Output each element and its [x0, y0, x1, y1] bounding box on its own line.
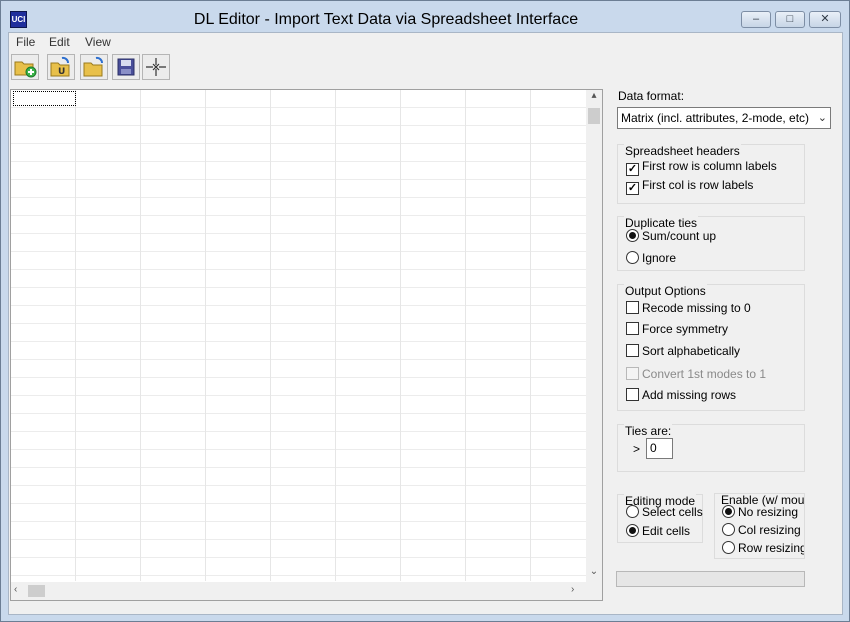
collapse-icon	[146, 58, 166, 76]
close-icon: ✕	[820, 13, 830, 25]
editing-mode-group: Editing mode Select cells Edit cells	[617, 494, 703, 543]
col-resizing-label: Col resizing	[738, 523, 801, 537]
edit-cells-radio[interactable]: Edit cells	[626, 524, 690, 540]
open-button[interactable]	[80, 54, 108, 80]
horizontal-scrollbar[interactable]: ‹ ›	[11, 582, 586, 600]
convert-modes-label: Convert 1st modes to 1	[642, 367, 767, 381]
save-button[interactable]	[112, 54, 140, 80]
sum-count-label: Sum/count up	[642, 229, 717, 243]
first-col-labels-checkbox[interactable]: ✓ First col is row labels	[626, 178, 754, 195]
radio-unselected-icon	[722, 523, 735, 536]
ignore-radio[interactable]: Ignore	[626, 251, 676, 267]
duplicate-ties-group: Duplicate ties Sum/count up Ignore	[617, 216, 805, 271]
select-cells-radio[interactable]: Select cells	[626, 505, 703, 521]
minimize-button[interactable]: –	[741, 11, 771, 28]
vertical-scroll-thumb[interactable]	[588, 108, 600, 124]
progress-bar	[616, 571, 805, 587]
close-button[interactable]: ✕	[809, 11, 841, 28]
radio-unselected-icon	[626, 251, 639, 264]
radio-selected-icon	[722, 505, 735, 518]
checkbox-checked-icon: ✓	[626, 163, 639, 176]
add-missing-rows-checkbox[interactable]: Add missing rows	[626, 388, 736, 404]
radio-selected-icon	[626, 524, 639, 537]
ties-threshold-input[interactable]: 0	[646, 438, 673, 459]
checkbox-unchecked-icon	[626, 322, 639, 335]
force-symmetry-checkbox[interactable]: Force symmetry	[626, 322, 728, 338]
edit-cells-label: Edit cells	[642, 524, 691, 538]
title-bar[interactable]: UCI DL Editor - Import Text Data via Spr…	[1, 1, 849, 33]
recode-missing-label: Recode missing to 0	[642, 301, 751, 315]
open-folder-icon	[83, 56, 103, 77]
no-resizing-label: No resizing	[738, 505, 799, 519]
spreadsheet-headers-group: Spreadsheet headers ✓ First row is column…	[617, 144, 805, 204]
checkbox-disabled-icon	[626, 367, 639, 380]
first-col-labels-label: First col is row labels	[642, 178, 754, 192]
no-resizing-radio[interactable]: No resizing	[722, 505, 798, 521]
active-cell[interactable]	[13, 91, 76, 106]
sort-alphabetically-label: Sort alphabetically	[642, 344, 741, 358]
scroll-left-icon[interactable]: ‹	[14, 584, 17, 595]
svg-text:U: U	[58, 67, 65, 77]
vertical-scrollbar[interactable]: ▴ ⌄	[586, 90, 602, 582]
menu-bar: File Edit View	[9, 33, 842, 52]
checkbox-unchecked-icon	[626, 344, 639, 357]
grid-cells[interactable]	[11, 90, 586, 581]
save-icon	[117, 58, 135, 76]
first-row-labels-checkbox[interactable]: ✓ First row is column labels	[626, 159, 777, 176]
duplicate-ties-title: Duplicate ties	[624, 216, 699, 230]
maximize-button[interactable]: □	[775, 11, 805, 28]
client-area: File Edit View U ▴ ⌄ ‹ › Data format: Ma…	[8, 32, 843, 615]
data-format-label: Data format:	[618, 89, 685, 103]
new-button[interactable]	[11, 54, 39, 80]
row-resizing-label: Row resizing	[738, 541, 805, 555]
toolbar: U	[9, 53, 842, 81]
scroll-down-icon[interactable]: ⌄	[586, 566, 602, 577]
horizontal-scroll-thumb[interactable]	[28, 585, 45, 597]
spreadsheet-headers-title: Spreadsheet headers	[624, 144, 741, 158]
menu-edit[interactable]: Edit	[49, 35, 70, 49]
sum-count-radio[interactable]: Sum/count up	[626, 229, 716, 245]
row-resizing-radio[interactable]: Row resizing	[722, 541, 805, 557]
collapse-button[interactable]	[142, 54, 170, 80]
import-button[interactable]: U	[47, 54, 75, 80]
output-options-title: Output Options	[624, 284, 707, 298]
ignore-label: Ignore	[642, 251, 677, 265]
sort-alphabetically-checkbox[interactable]: Sort alphabetically	[626, 344, 740, 360]
ties-operator: >	[633, 442, 641, 456]
first-row-labels-label: First row is column labels	[642, 159, 777, 173]
convert-modes-checkbox: Convert 1st modes to 1	[626, 367, 766, 383]
scroll-right-icon[interactable]: ›	[571, 584, 574, 595]
new-folder-icon	[14, 61, 37, 78]
checkbox-checked-icon: ✓	[626, 182, 639, 195]
output-options-group: Output Options Recode missing to 0 Force…	[617, 284, 805, 411]
spreadsheet-grid[interactable]: ▴ ⌄ ‹ ›	[10, 89, 603, 601]
radio-unselected-icon	[626, 505, 639, 518]
ties-are-group: Ties are: > 0	[617, 424, 805, 472]
enable-mouse-group: Enable (w/ mouse No resizing Col resizin…	[714, 493, 805, 559]
select-cells-label: Select cells	[642, 505, 703, 519]
menu-file[interactable]: File	[16, 35, 35, 49]
checkbox-unchecked-icon	[626, 388, 639, 401]
data-format-value: Matrix (incl. attributes, 2-mode, etc)	[621, 111, 810, 125]
import-u-icon: U	[50, 56, 70, 77]
radio-unselected-icon	[722, 541, 735, 554]
chevron-down-icon: ⌄	[817, 112, 827, 124]
col-resizing-radio[interactable]: Col resizing	[722, 523, 801, 539]
scroll-up-icon[interactable]: ▴	[586, 90, 602, 101]
data-format-select[interactable]: Matrix (incl. attributes, 2-mode, etc) ⌄	[617, 107, 831, 129]
radio-selected-icon	[626, 229, 639, 242]
scroll-corner	[586, 582, 602, 600]
add-missing-rows-label: Add missing rows	[642, 388, 737, 402]
force-symmetry-label: Force symmetry	[642, 322, 729, 336]
app-window: UCI DL Editor - Import Text Data via Spr…	[0, 0, 850, 622]
recode-missing-checkbox[interactable]: Recode missing to 0	[626, 301, 751, 317]
minimize-icon: –	[752, 13, 760, 25]
maximize-icon: □	[786, 13, 794, 25]
menu-view[interactable]: View	[85, 35, 111, 49]
ties-are-title: Ties are:	[624, 424, 673, 438]
checkbox-unchecked-icon	[626, 301, 639, 314]
